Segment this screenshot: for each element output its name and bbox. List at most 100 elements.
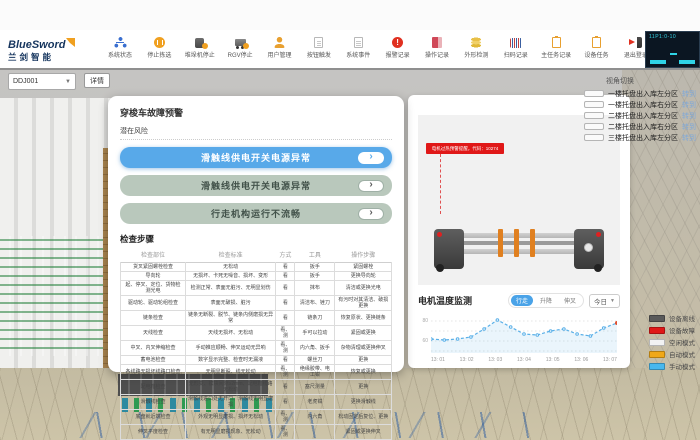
clipboard-icon (592, 37, 601, 48)
goto-link[interactable]: 转到 (682, 122, 696, 132)
network-icon (114, 37, 127, 48)
legend-swatch (649, 351, 665, 358)
clipboard-icon (552, 37, 561, 48)
table-cell: 看 (276, 311, 295, 326)
view-switch-label: 三楼托盘出入库左分区 (608, 133, 678, 143)
toolbar-item-document[interactable]: 按钮触发 (305, 37, 333, 59)
date-range-dropdown[interactable]: 今日 ▼ (589, 294, 620, 308)
view-thumbnail[interactable] (584, 123, 604, 130)
toolbar-item-document[interactable]: 系统事件 (344, 37, 372, 59)
table-cell: 链条刀 (295, 311, 335, 326)
table-cell: 塞尺测量 (295, 380, 335, 395)
toolbar-item-pause-circle[interactable]: 停止拣选 (145, 37, 173, 59)
risk-detail-pill[interactable]: › (358, 208, 384, 220)
toolbar-item-clipboard[interactable]: 设备任务 (583, 37, 611, 59)
table-cell: 中叉、内叉伸缩检查 (121, 341, 186, 356)
risk-button[interactable]: 行走机构运行不流畅› (120, 203, 392, 224)
details-button[interactable]: 详情 (84, 73, 110, 88)
table-cell: 各线路无损坏线路口检查 (121, 365, 186, 380)
toolbar-item-alert-circle[interactable]: 报警记录 (384, 37, 412, 59)
toolbar-item-user[interactable]: 用户管理 (266, 37, 294, 59)
table-cell: 紧固或更换 (335, 326, 392, 341)
table-cell: 扳手 (295, 263, 335, 272)
table-row: 导向轮无损坏、卡死无噪音、损坏、变形看扳手更换导向轮 (121, 272, 392, 281)
chevron-right-icon: › (369, 180, 372, 190)
view-switch-title: 视角切换 (544, 76, 696, 86)
table-cell: 手可以拉动 (295, 326, 335, 341)
toolbar-item-coins[interactable]: 外形检测 (462, 37, 490, 59)
chart-tab[interactable]: 伸叉 (559, 295, 581, 306)
risk-detail-pill[interactable]: › (358, 180, 384, 192)
column-header: 检查部位 (121, 248, 186, 263)
toolbar-item-stacker-stop[interactable]: 堆垛机停止 (185, 38, 215, 59)
goto-link[interactable]: 转到 (682, 111, 696, 121)
risk-button[interactable]: 滑触线供电开关电源异常› (120, 147, 392, 168)
car-rail (460, 249, 578, 254)
y-axis-tick-label: 80 (418, 318, 428, 324)
shuttle-car-graphic (434, 217, 604, 273)
risk-detail-pill[interactable]: › (358, 152, 384, 164)
alert-circle-icon (392, 37, 403, 48)
table-cell: 抹布 (295, 281, 335, 296)
view-switch-list: 一楼托盘出入库左分区转到一楼托盘出入库右分区转到二楼托盘出入库左分区转到二楼托盘… (544, 88, 696, 143)
table-cell: 看 (276, 272, 295, 281)
risk-button[interactable]: 滑触线供电开关电源异常› (120, 175, 392, 196)
table-row: 货叉紧固螺栓检查无松动看扳手紧固螺栓 (121, 263, 392, 272)
device-select[interactable]: DDJ001 ▼ (8, 73, 76, 90)
coins-icon (470, 37, 482, 48)
view-thumbnail[interactable] (584, 101, 604, 108)
chart-tab[interactable]: 行走 (511, 295, 533, 306)
toolbar-item-label: 按钮触发 (307, 50, 331, 59)
toolbar-item-rgv-stop[interactable]: RGV停止 (226, 39, 254, 59)
car-rail (460, 233, 578, 238)
table-row: 伸叉平度检查有无明显磨损现象、无松动看、测紧固或更换伸叉 (121, 425, 392, 440)
table-cell: 清洁或更换光电 (335, 281, 392, 296)
table-cell: 链条检查 (121, 311, 186, 326)
table-cell: 紧固或更换伸叉 (335, 425, 392, 440)
table-cell: 配电箱检查 (121, 380, 186, 395)
goto-link[interactable]: 转到 (682, 89, 696, 99)
legend-label: 设备离线 (669, 313, 695, 323)
table-row: 起、停叉、定位、货物检测光电检测正常、表面无脏污、无明显划伤看抹布清洁或更换光电 (121, 281, 392, 296)
document-icon (354, 37, 363, 48)
x-axis-tick-label: 13: 02 (460, 357, 474, 363)
toolbar-item-label: 扫码记录 (504, 50, 528, 59)
barcode-icon (510, 38, 522, 48)
goto-link[interactable]: 转到 (682, 133, 696, 143)
logbook-icon (432, 37, 442, 48)
toolbar-item-barcode[interactable]: 扫码记录 (502, 38, 530, 59)
toolbar-item-label: 堆垛机停止 (185, 50, 215, 59)
goto-link[interactable]: 转到 (682, 100, 696, 110)
risk-button-label: 滑触线供电开关电源异常 (120, 179, 392, 192)
table-row: 配电箱检查无形变、模块间隙≥2mm、配电箱线路无松动看塞尺测量更换 (121, 380, 392, 395)
table-cell: 看、测 (276, 326, 295, 341)
toolbar-item-logbook[interactable]: 操作记录 (423, 37, 451, 59)
legend-label: 空闲模式 (669, 337, 695, 347)
chart-title: 电机温度监测 (418, 294, 503, 307)
overheat-annotation: 电机过热预警提醒，代码：10274 (426, 143, 504, 154)
risk-list: 滑触线供电开关电源异常›滑触线供电开关电源异常›行走机构运行不流畅› (120, 147, 392, 224)
view-thumbnail[interactable] (584, 90, 604, 97)
legend-item: 手动模式 (649, 360, 695, 372)
toolbar-item-network[interactable]: 系统状态 (106, 37, 134, 59)
table-cell: 货叉紧固螺栓检查 (121, 263, 186, 272)
user-icon (274, 37, 285, 48)
table-cell: 起、停叉、定位、货物检测光电 (121, 281, 186, 296)
toolbar-item-label: RGV停止 (228, 50, 253, 59)
logo-text-cn: 兰剑智能 (8, 53, 100, 62)
mini-monitor-overlay[interactable]: 11P1:0-10 (645, 31, 700, 68)
toolbar-item-clipboard[interactable]: 主任务记录 (541, 37, 571, 59)
view-thumbnail[interactable] (584, 134, 604, 141)
logo: BlueSword 兰剑智能 (0, 36, 100, 62)
table-cell: 检测正常、表面无脏污、无明显划伤 (185, 281, 275, 296)
table-cell: 天线无损坏、无松动 (185, 326, 275, 341)
annotation-leader-line (440, 154, 441, 214)
table-cell: 紧固螺栓 (335, 263, 392, 272)
table-cell: 数字显示完整、检查时无漏液 (185, 356, 275, 365)
car-endblock (574, 229, 604, 269)
chart-tab[interactable]: 升降 (535, 295, 557, 306)
table-row: 天线检查天线无损坏、无松动看、测手可以拉动紧固或更换 (121, 326, 392, 341)
view-thumbnail[interactable] (584, 112, 604, 119)
y-axis-tick-label: 60 (418, 338, 428, 344)
column-header: 方式 (276, 248, 295, 263)
